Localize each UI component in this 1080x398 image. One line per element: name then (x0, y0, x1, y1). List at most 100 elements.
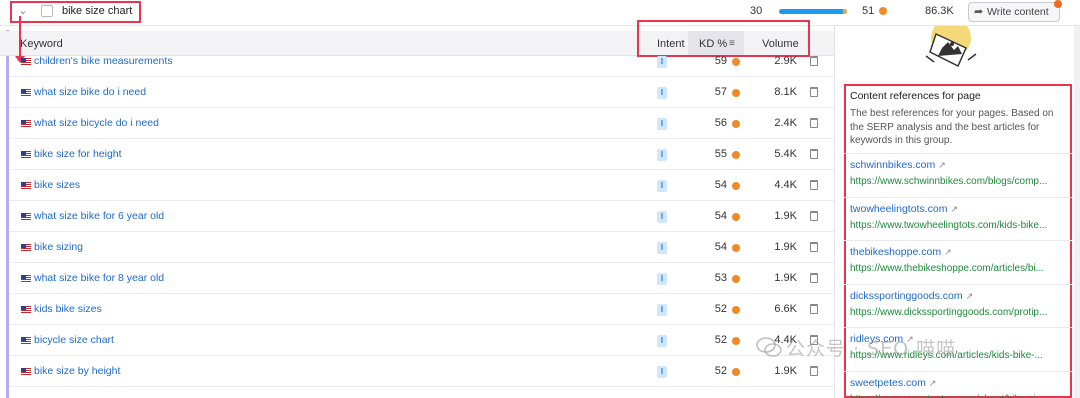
keyword-link[interactable]: bike size for height (34, 148, 122, 160)
delete-icon[interactable] (810, 211, 818, 221)
reference-domain-link[interactable]: thebikeshoppe.com ↗ (850, 246, 952, 258)
table-row[interactable]: kids bike sizes I 52 6.6K (10, 294, 834, 325)
reference-domain[interactable]: thebikeshoppe.com (850, 246, 941, 258)
reference-item[interactable]: dickssportinggoods.com ↗ https://www.dicks… (844, 283, 1072, 328)
us-flag-icon (21, 182, 31, 189)
keyword-link[interactable]: children's bike measurements (34, 55, 173, 67)
content-references-title: Content references for page (850, 90, 981, 102)
external-link-icon[interactable]: ↗ (966, 291, 974, 301)
intent-badge: I (657, 273, 667, 285)
keyword-group-row[interactable]: ⌄ bike size chart 30 51 86.3K ➦ Write co… (0, 0, 1080, 26)
table-row[interactable]: what size bike do i need I 57 8.1K (10, 77, 834, 108)
reference-domain[interactable]: twowheelingtots.com (850, 203, 947, 215)
reference-url[interactable]: https://www.twowheelingtots.com/kids-bik… (850, 220, 1064, 231)
group-progress-bar (779, 9, 847, 14)
table-row[interactable]: bike sizes I 54 4.4K (10, 170, 834, 201)
delete-icon[interactable] (810, 180, 818, 190)
content-references-description: The best references for your pages. Base… (850, 108, 1054, 146)
kd-value: 53 (714, 272, 727, 284)
group-title[interactable]: bike size chart (62, 5, 132, 17)
table-row[interactable]: what size bike for 6 year old I 54 1.9K (10, 201, 834, 232)
table-row[interactable]: bike size by height I 52 1.9K (10, 356, 834, 387)
reference-url[interactable]: https://www.schwinnbikes.com/blogs/comp.… (850, 176, 1064, 187)
group-stripe (6, 30, 9, 398)
us-flag-icon (21, 244, 31, 251)
delete-icon[interactable] (810, 273, 818, 283)
reference-url[interactable]: https://www.thebikeshoppe.com/articles/b… (850, 263, 1064, 274)
external-link-icon[interactable]: ↗ (944, 247, 952, 257)
delete-icon[interactable] (810, 56, 818, 66)
delete-icon[interactable] (810, 242, 818, 252)
reference-url[interactable]: https://www.sweetpetes.com/about/bike-si… (850, 394, 1064, 398)
share-arrow-icon: ➦ (974, 6, 984, 18)
reference-item[interactable]: schwinnbikes.com ↗ https://www.schwinnbike… (844, 153, 1072, 197)
reference-domain[interactable]: sweetpetes.com (850, 377, 926, 389)
kd-dot-icon (732, 213, 740, 221)
kd-value: 59 (714, 55, 727, 67)
keyword-link[interactable]: what size bike for 8 year old (34, 272, 164, 284)
table-row[interactable]: bicycle size chart I 52 4.4K (10, 325, 834, 356)
us-flag-icon (21, 337, 31, 344)
kd-dot-icon (732, 58, 740, 66)
keyword-link[interactable]: what size bike for 6 year old (34, 210, 164, 222)
intent-badge: I (657, 180, 667, 192)
keyword-link[interactable]: bike sizes (34, 179, 80, 191)
kd-dot-icon (732, 337, 740, 345)
reference-domain-link[interactable]: dickssportinggoods.com ↗ (850, 290, 973, 302)
volume-value: 4.4K (774, 179, 797, 191)
keyword-link[interactable]: kids bike sizes (34, 303, 102, 315)
kd-value: 54 (714, 210, 727, 222)
keyword-link[interactable]: bike size by height (34, 365, 120, 377)
table-row[interactable]: children's bike measurements I 59 2.9K (10, 46, 834, 77)
scrollbar[interactable] (1074, 26, 1080, 398)
kd-value: 56 (714, 117, 727, 129)
intent-badge: I (657, 335, 667, 347)
delete-icon[interactable] (810, 149, 818, 159)
reference-domain-link[interactable]: twowheelingtots.com ↗ (850, 203, 958, 215)
reference-item[interactable]: sweetpetes.com↗ https://www.sweetpetes.co… (844, 370, 1072, 398)
external-link-icon[interactable]: ↗ (950, 204, 958, 214)
group-keyword-count: 30 (750, 5, 763, 17)
kd-value: 55 (714, 148, 727, 160)
keyword-link[interactable]: what size bike do i need (34, 86, 146, 98)
table-row[interactable]: what size bicycle do i need I 56 2.4K (10, 108, 834, 139)
us-flag-icon (21, 58, 31, 65)
keyword-link[interactable]: what size bicycle do i need (34, 117, 159, 129)
delete-icon[interactable] (810, 118, 818, 128)
external-link-icon[interactable]: ↗ (929, 378, 937, 388)
write-content-label: Write content (987, 6, 1049, 18)
delete-icon[interactable] (810, 304, 818, 314)
group-progress-fill (842, 9, 847, 14)
reference-domain-link[interactable]: schwinnbikes.com ↗ (850, 159, 946, 171)
volume-value: 1.9K (774, 241, 797, 253)
intent-badge: I (657, 211, 667, 223)
notification-dot-icon (1054, 0, 1062, 8)
volume-value: 2.4K (774, 117, 797, 129)
kd-value: 52 (714, 303, 727, 315)
reference-item[interactable]: thebikeshoppe.com ↗ https://www.thebikesho… (844, 240, 1072, 284)
external-link-icon[interactable]: ↗ (938, 160, 946, 170)
group-checkbox[interactable] (41, 5, 53, 17)
delete-icon[interactable] (810, 87, 818, 97)
group-kd: 51 (862, 5, 875, 17)
kd-dot-icon (732, 368, 740, 376)
delete-icon[interactable] (810, 366, 818, 376)
reference-domain-link[interactable]: sweetpetes.com ↗ (850, 377, 936, 389)
reference-url[interactable]: https://www.dickssportinggoods.com/proti… (850, 307, 1064, 318)
write-content-button[interactable]: ➦ Write content (968, 2, 1060, 22)
volume-value: 8.1K (774, 86, 797, 98)
reference-domain[interactable]: dickssportinggoods.com (850, 290, 963, 302)
table-row[interactable]: bike sizing I 54 1.9K (10, 232, 834, 263)
kd-dot-icon (732, 306, 740, 314)
kd-dot-icon (732, 182, 740, 190)
keyword-link[interactable]: bike sizing (34, 241, 83, 253)
us-flag-icon (21, 213, 31, 220)
table-row[interactable]: what size bike for 8 year old I 53 1.9K (10, 263, 834, 294)
keyword-link[interactable]: bicycle size chart (34, 334, 114, 346)
kd-dot-icon (732, 244, 740, 252)
volume-value: 2.9K (774, 55, 797, 67)
table-row[interactable]: bike size for height I 55 5.4K (10, 139, 834, 170)
us-flag-icon (21, 275, 31, 282)
reference-domain[interactable]: schwinnbikes.com (850, 159, 935, 171)
reference-item[interactable]: twowheelingtots.com ↗ https://www.twowheel… (844, 196, 1072, 241)
